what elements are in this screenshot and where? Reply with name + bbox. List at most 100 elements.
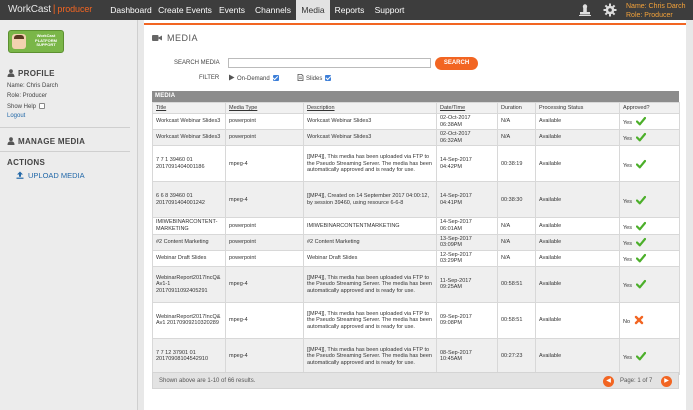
user-name: Name: Chris Darch (626, 3, 686, 10)
cell-date-time: 14-Sep-2017 06:01AM (436, 217, 498, 235)
logout-link[interactable]: Logout (7, 113, 25, 119)
approved-text: Yes (623, 120, 632, 127)
nav-reports[interactable]: Reports (330, 0, 369, 20)
show-help-label: Show Help (7, 104, 37, 110)
col-description-header[interactable]: Description (303, 102, 437, 114)
cell-date-time: 12-Sep-2017 03:29PM (436, 249, 498, 267)
approved-check-icon[interactable] (635, 132, 646, 142)
approved-text: Yes (623, 283, 632, 290)
table-row[interactable]: IMIWEBINARCONTENT-MARKETING powerpoint IMI… (152, 217, 680, 235)
cell-duration: N/A (497, 217, 536, 235)
cell-media-type: mpeg-4 (225, 337, 304, 375)
cell-approved: Yes (619, 112, 680, 131)
cell-title[interactable]: Workcast Webinar Slides3 (152, 112, 226, 131)
col-date-time-header[interactable]: Date/Time (436, 102, 498, 114)
cell-title[interactable]: WebinarReport2017IncQ& Av1 2017090921032… (152, 301, 226, 339)
cell-description: Workcast Webinar Slides3 (303, 112, 437, 131)
cell-description: [[MP4]], This media has been uploaded vi… (303, 337, 437, 375)
cell-description: [[MP4]], This media has been uploaded vi… (303, 145, 437, 183)
cell-approved: Yes (619, 217, 680, 235)
cell-title[interactable]: 7 7 12 37901 01 20170908104542910 (152, 337, 226, 375)
approved-check-icon[interactable] (635, 237, 646, 247)
sidebar-divider (0, 127, 130, 128)
profile-section-title: PROFILE (7, 69, 55, 78)
cell-media-type: powerpoint (225, 249, 304, 267)
stamp-icon[interactable] (578, 3, 592, 17)
col-title-header[interactable]: Title (152, 102, 226, 114)
cell-status: Available (535, 301, 620, 339)
nav-support[interactable]: Support (369, 0, 410, 20)
prev-page-button[interactable]: ◀ (603, 376, 614, 387)
cell-title[interactable]: 6 6 8 39460 01 2017091404001242 (152, 181, 226, 219)
cell-title[interactable]: Workcast Webinar Slides3 (152, 129, 226, 147)
nav-events[interactable]: Events (214, 0, 250, 20)
cell-status: Available (535, 129, 620, 147)
search-button[interactable]: SEARCH (435, 57, 478, 70)
col-media-type-header[interactable]: Media Type (225, 102, 304, 114)
approved-check-icon[interactable] (635, 351, 646, 361)
cell-approved: Yes (619, 181, 680, 219)
next-page-button[interactable]: ▶ (661, 376, 672, 387)
approved-check-icon[interactable] (635, 253, 646, 263)
approved-text: Yes (623, 355, 632, 362)
approved-check-icon[interactable] (635, 195, 646, 205)
table-body: Workcast Webinar Slides3 powerpoint Workca… (152, 112, 680, 375)
filter-ondemand-checkbox[interactable] (272, 75, 279, 81)
page-title: MEDIA (152, 33, 198, 43)
nav-media[interactable]: Media (296, 0, 330, 20)
table-row[interactable]: WebinarReport2017IncQ& Av1-1 20170911092… (152, 265, 680, 303)
user-info: Name: Chris Darch Role: Producer (626, 2, 686, 20)
nav-dashboard[interactable]: Dashboard (106, 0, 156, 20)
user-icon (7, 137, 15, 145)
nav-create-events[interactable]: Create Events (156, 0, 214, 20)
table-row[interactable]: Webinar Draft Slides powerpoint Webinar Dr… (152, 249, 680, 267)
approved-check-icon[interactable] (635, 159, 646, 169)
cell-media-type: powerpoint (225, 129, 304, 147)
table-row[interactable]: 7 7 1 39460 01 2017091404001186 mpeg-4 [[M… (152, 145, 680, 183)
workcast-logo[interactable]: WorkCast | producer (8, 4, 92, 15)
rejected-cross-icon[interactable] (634, 315, 644, 325)
cell-title[interactable]: IMIWEBINARCONTENT-MARKETING (152, 217, 226, 235)
cell-date-time: 14-Sep-2017 04:41PM (436, 181, 498, 219)
search-input[interactable] (228, 58, 431, 68)
cell-title[interactable]: 7 7 1 39460 01 2017091404001186 (152, 145, 226, 183)
cell-date-time: 11-Sep-2017 09:25AM (436, 265, 498, 303)
cell-title[interactable]: #2 Content Marketing (152, 233, 226, 251)
cell-duration: N/A (497, 112, 536, 131)
filter-label: FILTER (199, 75, 220, 81)
table-row[interactable]: WebinarReport2017IncQ& Av1 2017090921032… (152, 301, 680, 339)
filter-ondemand[interactable]: On-Demand (228, 74, 279, 82)
filter-slides[interactable]: Slides (297, 74, 332, 82)
cell-title[interactable]: Webinar Draft Slides (152, 249, 226, 267)
table-row[interactable]: 6 6 8 39460 01 2017091404001242 mpeg-4 [[M… (152, 181, 680, 219)
col-duration-header: Duration (497, 102, 536, 114)
approved-check-icon[interactable] (635, 279, 646, 289)
cell-approved: Yes (619, 129, 680, 147)
filter-slides-checkbox[interactable] (325, 75, 332, 81)
approved-check-icon[interactable] (635, 116, 646, 126)
cell-date-time: 02-Oct-2017 06:38AM (436, 112, 498, 131)
logo-separator: | (52, 4, 56, 15)
table-row[interactable]: Workcast Webinar Slides3 powerpoint Workca… (152, 129, 680, 147)
table-row[interactable]: 7 7 12 37901 01 20170908104542910 mpeg-4[… (152, 337, 680, 375)
cell-description: Workcast Webinar Slides3 (303, 129, 437, 147)
support-avatar (12, 34, 26, 49)
cell-description: Webinar Draft Slides (303, 249, 437, 267)
table-column-headers: Title Media Type Description Date/Time Durat… (152, 102, 680, 114)
platform-support-badge[interactable]: WorkCast PLATFORM SUPPORT (8, 30, 64, 53)
table-row[interactable]: Workcast Webinar Slides3 powerpoint Workca… (152, 112, 680, 131)
table-footer: Shown above are 1-10 of 66 results. ◀ Pa… (152, 372, 679, 389)
upload-media-link[interactable]: UPLOAD MEDIA (16, 171, 85, 180)
cell-approved: Yes (619, 249, 680, 267)
show-help-checkbox[interactable] (39, 103, 46, 109)
page-title-text: MEDIA (167, 33, 199, 43)
nav-channels[interactable]: Channels (250, 0, 296, 20)
approved-check-icon[interactable] (635, 221, 646, 231)
cell-duration: 00:58:51 (497, 265, 536, 303)
cell-title[interactable]: WebinarReport2017IncQ& Av1-1 20170911092… (152, 265, 226, 303)
col-processing-status-header: Processing Status (535, 102, 620, 114)
table-row[interactable]: #2 Content Marketing powerpoint #2 Content… (152, 233, 680, 251)
profile-role: Role: Producer (7, 93, 48, 99)
gear-icon[interactable] (603, 3, 617, 17)
cell-date-time: 02-Oct-2017 06:32AM (436, 129, 498, 147)
